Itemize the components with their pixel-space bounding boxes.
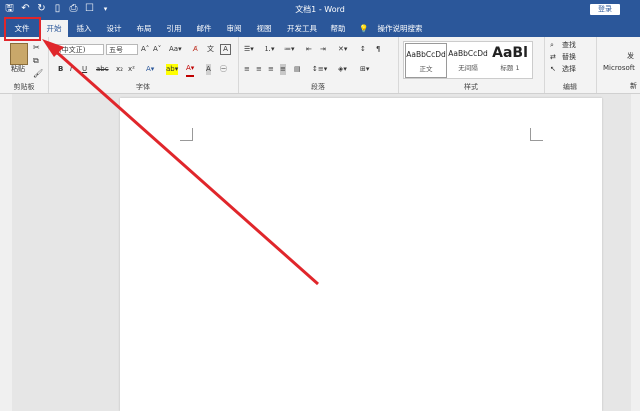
login-button[interactable]: 登录 [590, 4, 620, 15]
style-no-spacing[interactable]: AaBbCcDd 无间隔 [448, 43, 488, 76]
strikethrough-icon[interactable]: abc [96, 64, 109, 75]
margin-corner-right [530, 128, 543, 141]
shading-icon[interactable]: ◈▾ [338, 64, 347, 75]
char-shading-icon[interactable]: A [206, 64, 211, 75]
addin-button[interactable]: Microsoft [603, 63, 635, 74]
addin-top-label[interactable]: 发 [627, 51, 634, 62]
highlight-icon[interactable]: ab▾ [166, 64, 179, 75]
borders-icon[interactable]: ⊞▾ [360, 64, 369, 75]
show-marks-icon[interactable]: ¶ [376, 44, 380, 55]
tab-home[interactable]: 开始 [40, 20, 68, 37]
align-left-icon[interactable]: ≡ [244, 64, 250, 75]
title-bar: 🖫 ↶ ↻ ▯ ⎙ ☐ ▾ 文档1 - Word 登录 [0, 0, 640, 20]
align-right-icon[interactable]: ≡ [268, 64, 274, 75]
clear-format-icon[interactable]: A̸ [193, 44, 198, 55]
line-spacing-icon[interactable]: ↕≡▾ [312, 64, 327, 75]
text-effects-icon[interactable]: A▾ [146, 64, 154, 75]
style-preview: AaBbCcDd [448, 49, 488, 58]
replace-button[interactable]: 替换 [562, 52, 576, 63]
font-color-icon[interactable]: A▾ [186, 64, 195, 77]
tell-me-search[interactable]: 操作说明搜索 [372, 20, 428, 37]
ribbon-tabs: 文件 开始 插入 设计 布局 引用 邮件 审阅 视图 开发工具 帮助 💡 操作说… [0, 20, 640, 37]
style-name: 无间隔 [458, 64, 478, 72]
find-button[interactable]: 查找 [562, 40, 576, 51]
replace-icon[interactable]: ⇄ [550, 52, 556, 63]
distributed-icon[interactable]: ▤ [294, 64, 301, 75]
tab-view[interactable]: 视图 [250, 20, 278, 37]
addin-group-label: 新 [630, 82, 637, 90]
underline-button[interactable]: U [82, 64, 87, 75]
ribbon: 粘贴 ✂ ⧉ 🖌 剪贴板 (中文正) 五号 A˄ A˅ Aa▾ A̸ 文 A B… [0, 37, 640, 94]
font-group: (中文正) 五号 A˄ A˅ Aa▾ A̸ 文 A B I U abc x₂ x… [48, 37, 239, 93]
tab-layout[interactable]: 布局 [130, 20, 158, 37]
justify-icon[interactable]: ≡ [280, 64, 286, 75]
document-page[interactable] [120, 98, 602, 411]
document-title: 文档1 - Word [295, 5, 345, 14]
paragraph-group: ☰▾ ⒈▾ ≔▾ ⇤ ⇥ ✕▾ ↕ ¶ ≡ ≡ ≡ ≡ ▤ ↕≡▾ ◈▾ ⊞▾ … [238, 37, 399, 93]
style-preview: AaBbCcDd [406, 50, 446, 59]
format-painter-icon[interactable]: 🖌 [33, 68, 43, 79]
italic-button[interactable]: I [70, 64, 72, 75]
tab-design[interactable]: 设计 [100, 20, 128, 37]
editing-group-label: 编辑 [563, 83, 577, 91]
select-icon[interactable]: ↖ [550, 64, 556, 75]
chinese-layout-icon[interactable]: ✕▾ [338, 44, 347, 55]
superscript-icon[interactable]: x² [128, 64, 135, 75]
tab-help[interactable]: 帮助 [324, 20, 352, 37]
bullets-icon[interactable]: ☰▾ [244, 44, 254, 55]
paste-icon[interactable] [10, 43, 28, 65]
style-name: 正文 [419, 65, 433, 73]
paragraph-group-label: 段落 [311, 83, 325, 91]
styles-group-label: 样式 [464, 83, 478, 91]
style-name: 标题 1 [500, 64, 520, 72]
addin-group: 发 Microsoft 新 [596, 37, 640, 93]
find-icon[interactable]: ⌕ [550, 40, 554, 51]
vertical-scrollbar[interactable] [631, 94, 640, 411]
style-preview: AaBl [492, 45, 528, 61]
copy-icon[interactable]: ⧉ [33, 55, 39, 66]
bold-button[interactable]: B [58, 64, 63, 75]
sort-icon[interactable]: ↕ [360, 44, 366, 55]
lightbulb-icon[interactable]: 💡 [358, 20, 370, 37]
decrease-indent-icon[interactable]: ⇤ [306, 44, 312, 55]
tab-mailings[interactable]: 邮件 [190, 20, 218, 37]
align-center-icon[interactable]: ≡ [256, 64, 262, 75]
subscript-icon[interactable]: x₂ [116, 64, 123, 75]
tab-insert[interactable]: 插入 [70, 20, 98, 37]
tab-references[interactable]: 引用 [160, 20, 188, 37]
tab-review[interactable]: 审阅 [220, 20, 248, 37]
enclose-char-icon[interactable]: ㊀ [220, 64, 227, 75]
select-button[interactable]: 选择 [562, 64, 576, 75]
shrink-font-icon[interactable]: A˅ [153, 44, 161, 55]
font-group-label: 字体 [136, 83, 150, 91]
clipboard-group: 粘贴 ✂ ⧉ 🖌 剪贴板 [0, 37, 49, 93]
file-tab-highlight-box [4, 17, 41, 41]
increase-indent-icon[interactable]: ⇥ [320, 44, 326, 55]
numbering-icon[interactable]: ⒈▾ [264, 44, 275, 55]
style-gallery: AaBbCcDd 正文 AaBbCcDd 无间隔 AaBl 标题 1 [403, 41, 533, 79]
pinyin-icon[interactable]: 文 [207, 44, 214, 55]
cut-icon[interactable]: ✂ [33, 42, 40, 53]
margin-corner-left [180, 128, 193, 141]
change-case-icon[interactable]: Aa▾ [169, 44, 182, 55]
char-border-icon[interactable]: A [220, 44, 231, 55]
editing-group: ⌕ 查找 ⇄ 替换 ↖ 选择 编辑 [544, 37, 597, 93]
font-size-select[interactable]: 五号 [106, 44, 138, 55]
style-heading1[interactable]: AaBl 标题 1 [490, 43, 530, 76]
grow-font-icon[interactable]: A˄ [141, 44, 149, 55]
paste-button[interactable]: 粘贴 [11, 64, 25, 75]
tab-developer[interactable]: 开发工具 [282, 20, 322, 37]
style-normal[interactable]: AaBbCcDd 正文 [405, 43, 447, 78]
font-name-select[interactable]: (中文正) [56, 44, 104, 55]
left-margin-bar [0, 94, 12, 411]
multilevel-list-icon[interactable]: ≔▾ [284, 44, 295, 55]
clipboard-group-label: 剪贴板 [13, 83, 35, 91]
